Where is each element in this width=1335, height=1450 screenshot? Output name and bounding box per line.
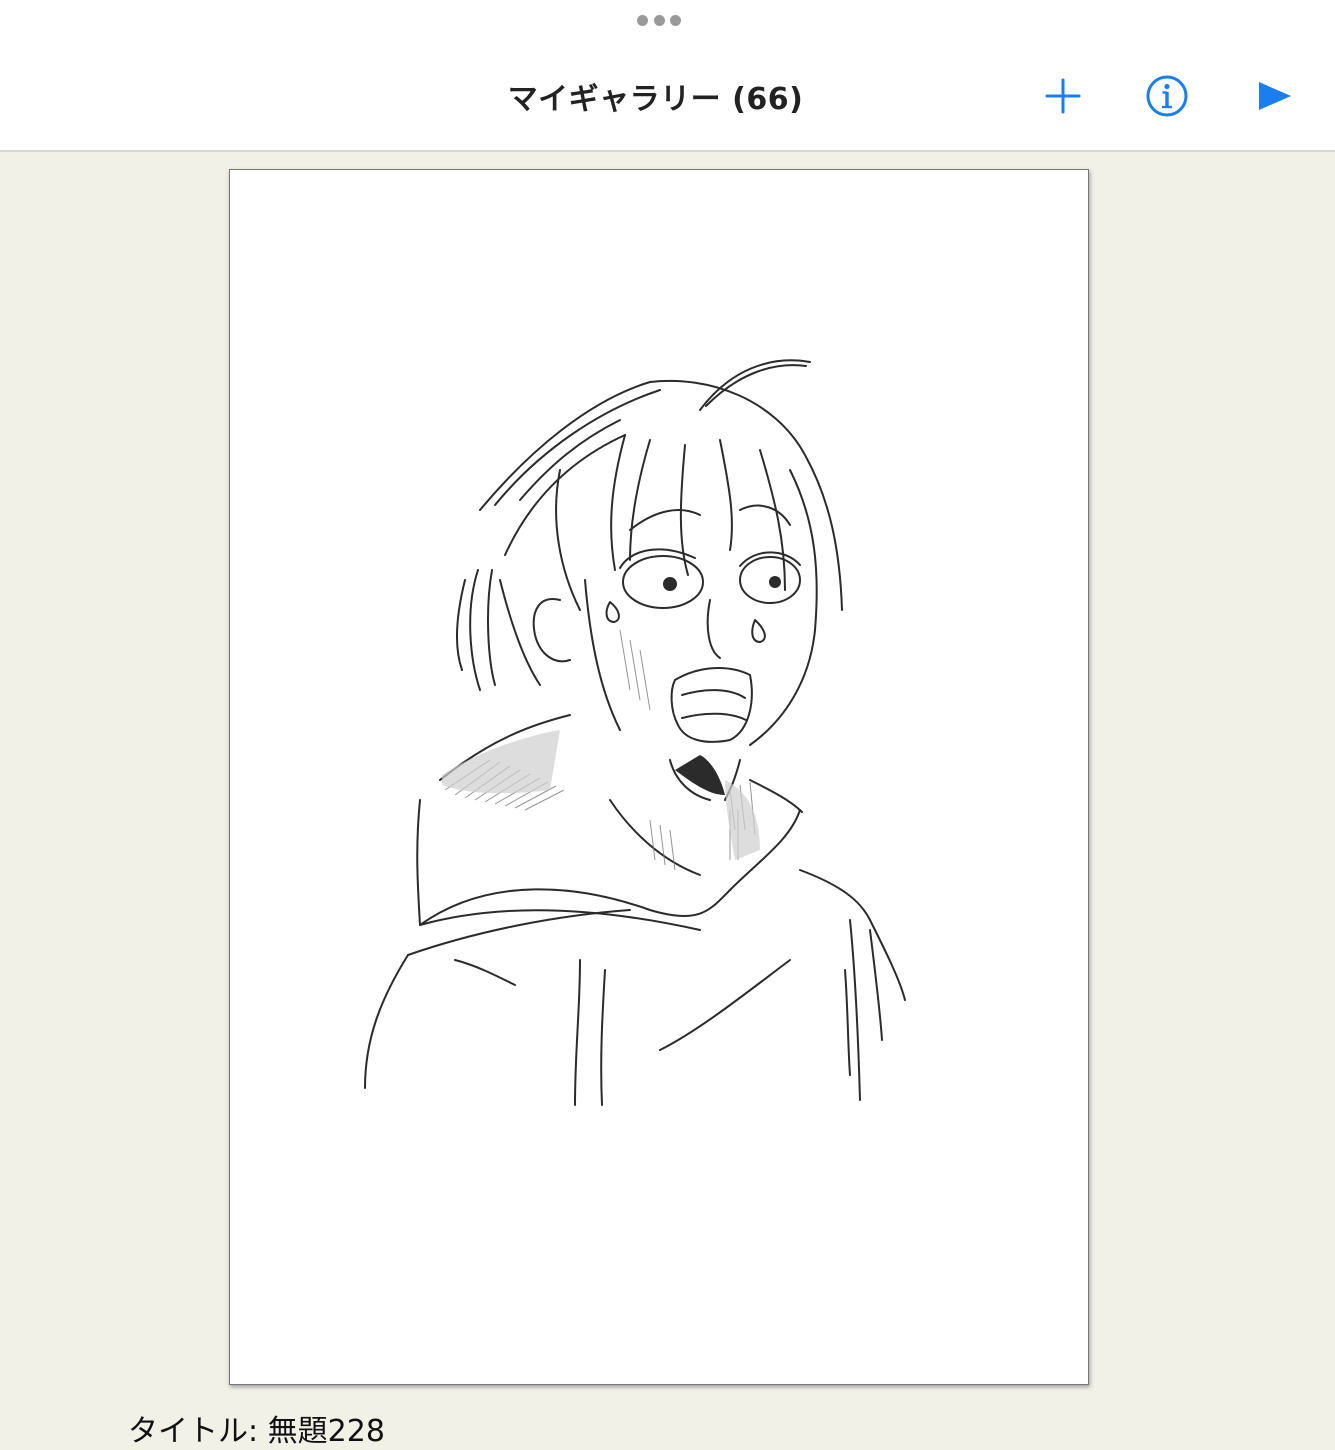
more-dots-icon[interactable] xyxy=(637,14,681,26)
info-button[interactable] xyxy=(1141,70,1193,122)
artwork-title-caption: タイトル: 無題228 xyxy=(128,1414,385,1449)
add-button[interactable] xyxy=(1037,70,1089,122)
page-title: マイギャラリー (66) xyxy=(507,82,804,117)
play-triangle-icon xyxy=(1259,82,1291,110)
artwork-preview[interactable] xyxy=(229,169,1089,1385)
plus-icon xyxy=(1045,78,1081,114)
info-circle-icon xyxy=(1146,75,1188,117)
play-button[interactable] xyxy=(1248,70,1300,122)
navigation-bar: マイギャラリー (66) xyxy=(0,0,1335,152)
sketch-artwork xyxy=(364,359,906,1106)
